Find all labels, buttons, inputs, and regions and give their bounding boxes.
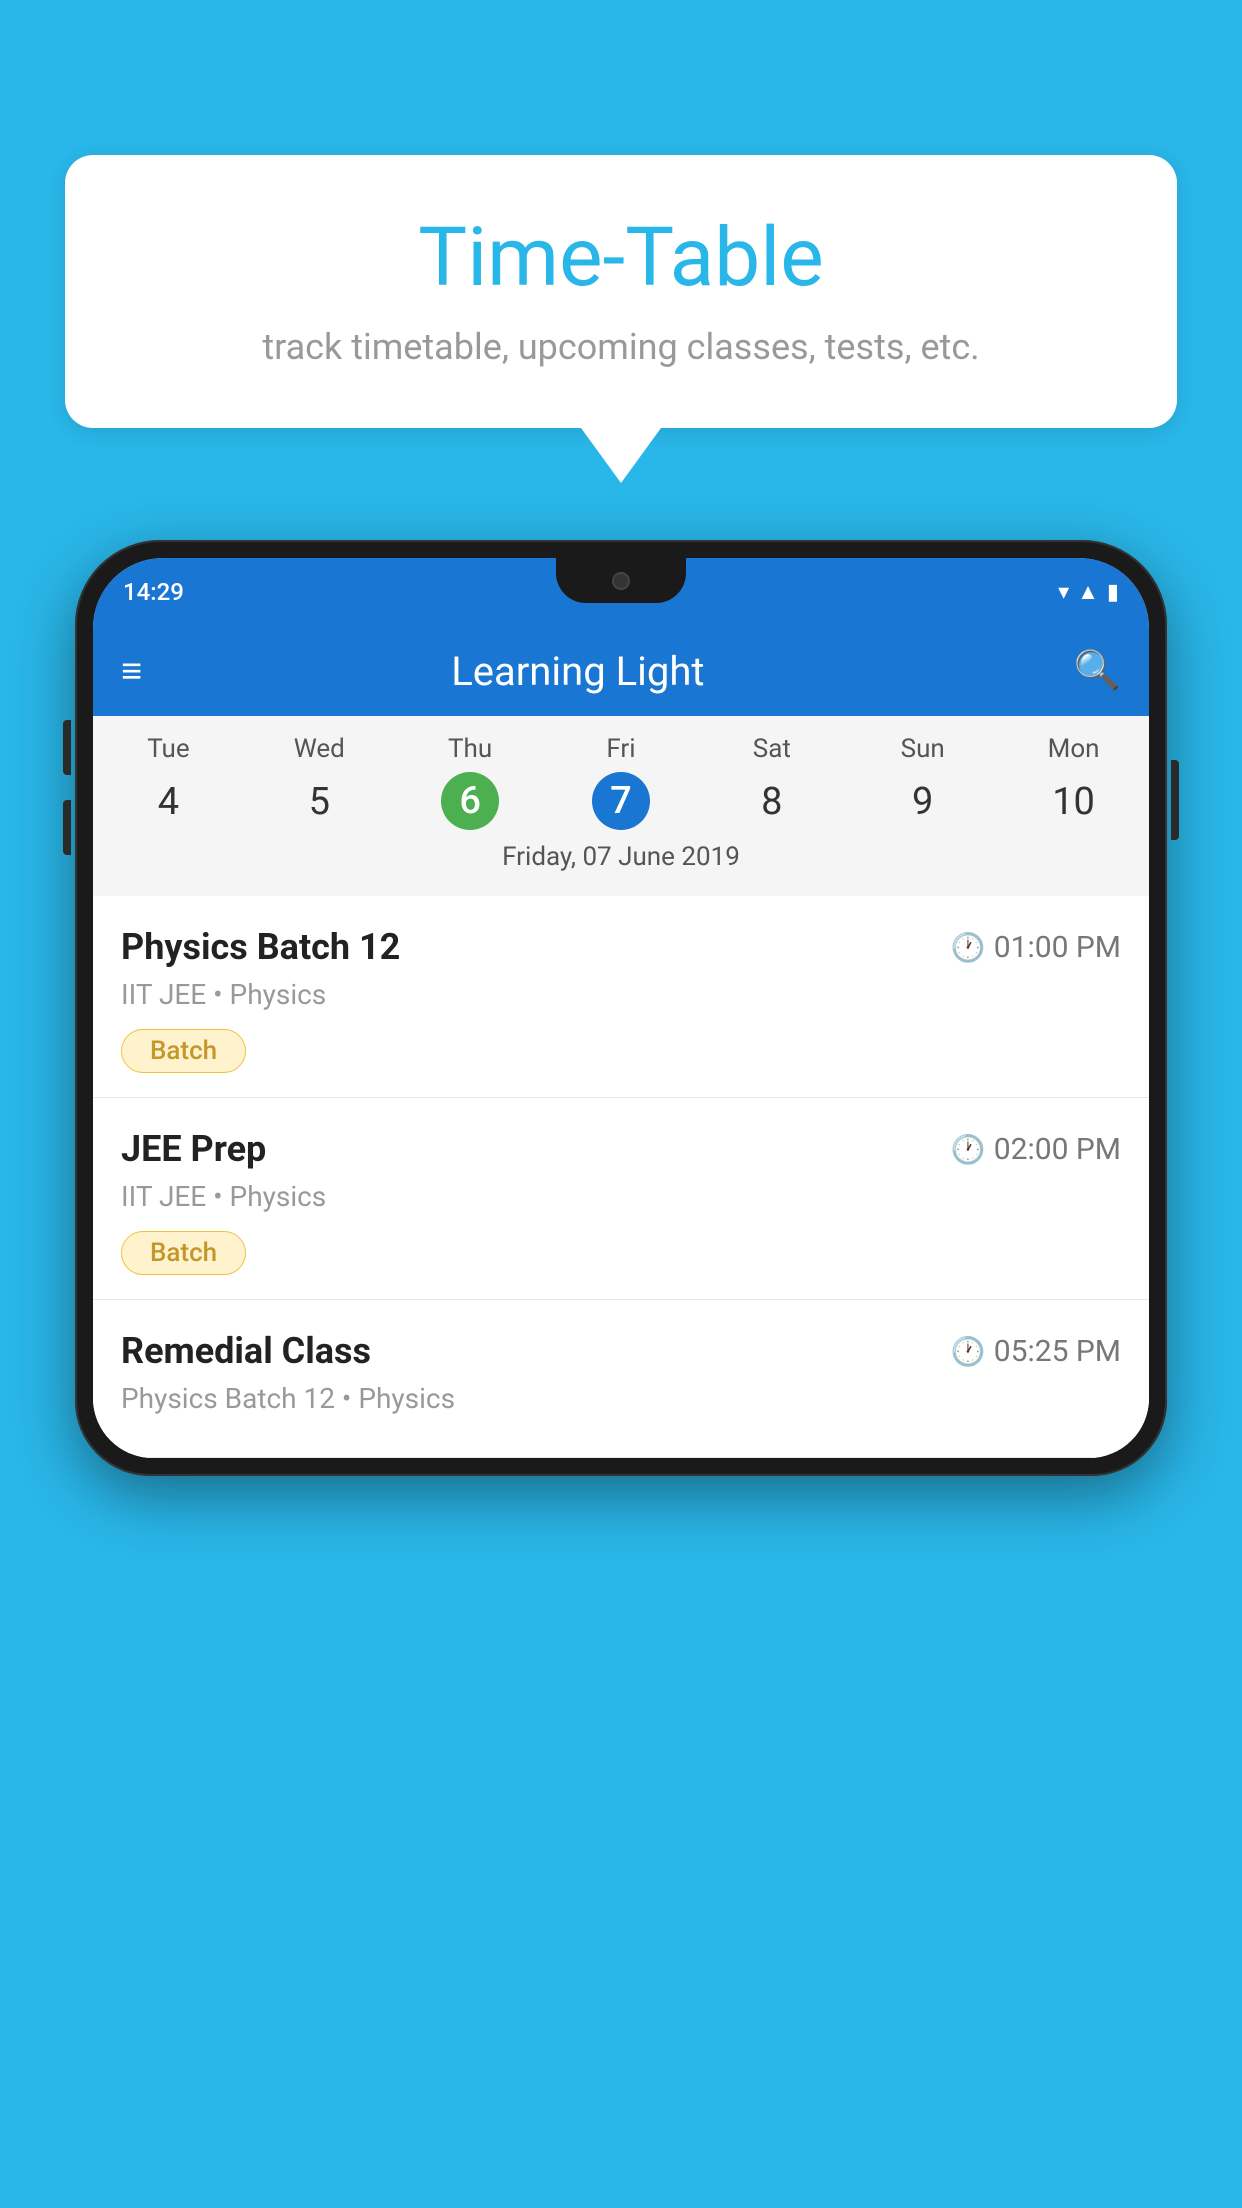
class-item-1-header: Physics Batch 12 🕐 01:00 PM: [121, 926, 1121, 968]
batch-badge-2: Batch: [121, 1231, 246, 1275]
day-name-tue: Tue: [93, 734, 244, 764]
speech-bubble-title: Time-Table: [125, 210, 1117, 306]
day-name-thu: Thu: [395, 734, 546, 764]
app-title: Learning Light: [166, 648, 990, 695]
current-date: Friday, 07 June 2019: [93, 842, 1149, 886]
class-time-value-3: 05:25 PM: [994, 1334, 1121, 1369]
day-10[interactable]: 10: [998, 772, 1149, 832]
class-time-1: 🕐 01:00 PM: [951, 930, 1121, 965]
battery-icon: ▮: [1107, 580, 1119, 605]
notch: [556, 558, 686, 603]
phone-screen: 14:29 ▾ ▲ ▮ ≡ Learning Light 🔍 Tue: [93, 558, 1149, 1458]
day-names-row: Tue Wed Thu Fri Sat Sun Mon: [93, 734, 1149, 764]
phone-volume-up-button: [63, 720, 71, 775]
calendar-strip: Tue Wed Thu Fri Sat Sun Mon 4 5 6 7 8 9 …: [93, 716, 1149, 896]
class-subject-3: Physics Batch 12 • Physics: [121, 1382, 1121, 1415]
class-item-2-header: JEE Prep 🕐 02:00 PM: [121, 1128, 1121, 1170]
signal-icon: ▲: [1077, 579, 1099, 605]
clock-icon-3: 🕐: [951, 1335, 986, 1368]
phone-volume-down-button: [63, 800, 71, 855]
app-bar: ≡ Learning Light 🔍: [93, 626, 1149, 716]
class-time-3: 🕐 05:25 PM: [951, 1334, 1121, 1369]
class-time-value-2: 02:00 PM: [994, 1132, 1121, 1167]
class-time-value-1: 01:00 PM: [994, 930, 1121, 965]
class-subject-2: IIT JEE • Physics: [121, 1180, 1121, 1213]
class-item-3[interactable]: Remedial Class 🕐 05:25 PM Physics Batch …: [93, 1300, 1149, 1458]
class-subject-1: IIT JEE • Physics: [121, 978, 1121, 1011]
class-item-1[interactable]: Physics Batch 12 🕐 01:00 PM IIT JEE • Ph…: [93, 896, 1149, 1098]
day-name-fri: Fri: [546, 734, 697, 764]
status-bar: 14:29 ▾ ▲ ▮: [93, 558, 1149, 626]
day-name-mon: Mon: [998, 734, 1149, 764]
day-7-selected[interactable]: 7: [592, 772, 650, 830]
clock-icon-1: 🕐: [951, 931, 986, 964]
search-icon[interactable]: 🔍: [1074, 649, 1121, 693]
speech-bubble-container: Time-Table track timetable, upcoming cla…: [65, 155, 1177, 483]
day-name-wed: Wed: [244, 734, 395, 764]
class-item-2[interactable]: JEE Prep 🕐 02:00 PM IIT JEE • Physics Ba…: [93, 1098, 1149, 1300]
batch-badge-1: Batch: [121, 1029, 246, 1073]
day-9[interactable]: 9: [847, 772, 998, 832]
day-5[interactable]: 5: [244, 772, 395, 832]
day-name-sat: Sat: [696, 734, 847, 764]
class-list: Physics Batch 12 🕐 01:00 PM IIT JEE • Ph…: [93, 896, 1149, 1458]
class-item-3-header: Remedial Class 🕐 05:25 PM: [121, 1330, 1121, 1372]
day-numbers-row: 4 5 6 7 8 9 10: [93, 772, 1149, 832]
day-8[interactable]: 8: [696, 772, 847, 832]
phone-outer: 14:29 ▾ ▲ ▮ ≡ Learning Light 🔍 Tue: [75, 540, 1167, 1476]
class-time-2: 🕐 02:00 PM: [951, 1132, 1121, 1167]
status-time: 14:29: [123, 578, 184, 606]
speech-bubble-subtitle: track timetable, upcoming classes, tests…: [125, 326, 1117, 368]
day-name-sun: Sun: [847, 734, 998, 764]
menu-icon[interactable]: ≡: [121, 653, 142, 689]
class-name-3: Remedial Class: [121, 1330, 371, 1372]
phone-wrapper: 14:29 ▾ ▲ ▮ ≡ Learning Light 🔍 Tue: [75, 540, 1167, 2208]
front-camera: [612, 572, 630, 590]
day-6-today[interactable]: 6: [441, 772, 499, 830]
speech-bubble: Time-Table track timetable, upcoming cla…: [65, 155, 1177, 428]
wifi-icon: ▾: [1058, 580, 1069, 605]
class-name-1: Physics Batch 12: [121, 926, 400, 968]
speech-bubble-arrow: [581, 428, 661, 483]
clock-icon-2: 🕐: [951, 1133, 986, 1166]
phone-power-button: [1171, 760, 1179, 840]
day-4[interactable]: 4: [93, 772, 244, 832]
class-name-2: JEE Prep: [121, 1128, 266, 1170]
status-icons: ▾ ▲ ▮: [1058, 579, 1119, 605]
